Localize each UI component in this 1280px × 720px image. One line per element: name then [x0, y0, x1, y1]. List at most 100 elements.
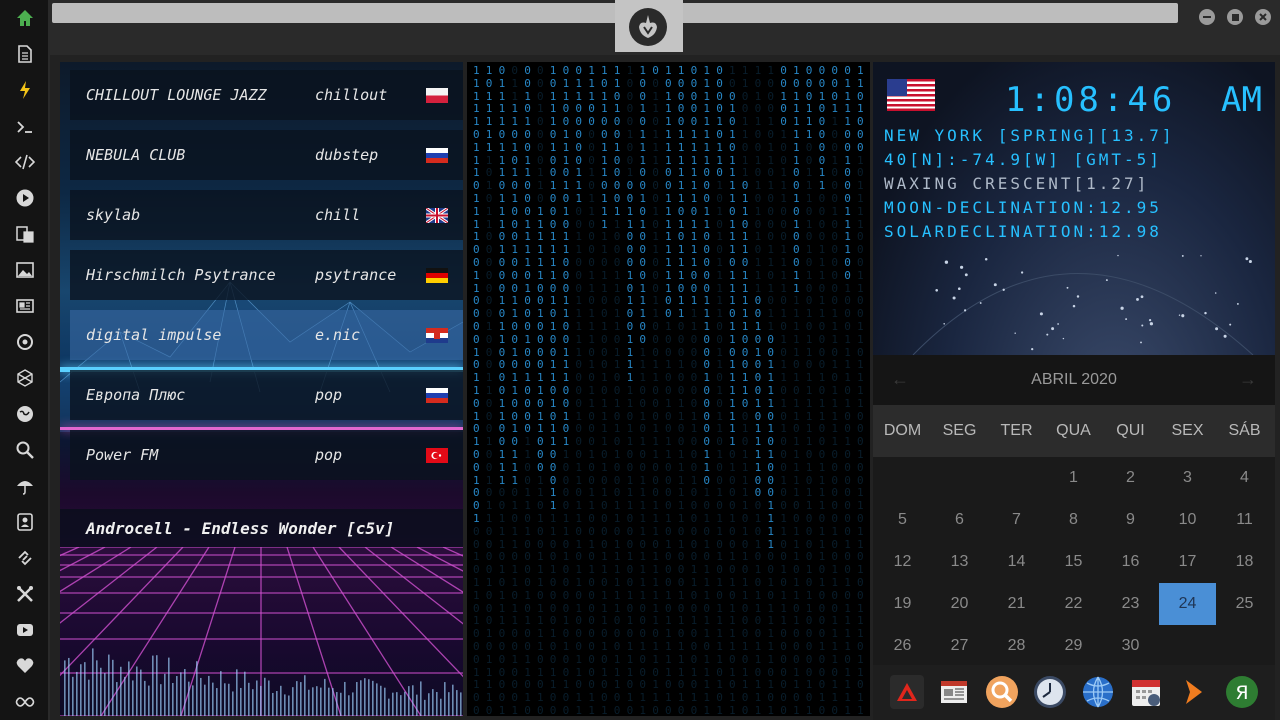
youtube-icon[interactable] — [13, 618, 37, 642]
maximize-button[interactable] — [1227, 9, 1243, 25]
prev-month-icon[interactable]: ← — [891, 369, 909, 390]
germany-flag-icon — [426, 267, 448, 283]
station-row-selected[interactable]: digital impulse e.nic — [70, 310, 463, 360]
station-genre: dubstep — [315, 146, 379, 164]
calendar-day[interactable]: 16 — [1102, 541, 1159, 583]
minimize-button[interactable] — [1199, 9, 1215, 25]
calendar-day[interactable]: 23 — [1102, 583, 1159, 625]
search-icon[interactable] — [13, 438, 37, 462]
station-name: Power FM — [86, 446, 159, 464]
infinity-icon[interactable] — [13, 690, 37, 714]
station-genre: pop — [315, 446, 343, 464]
station-genre: chill — [315, 206, 361, 224]
close-button[interactable] — [1255, 9, 1271, 25]
calendar-day[interactable]: 28 — [988, 625, 1045, 667]
coordinates-line: 40[N]:-74.9[W] [GMT-5] — [884, 150, 1162, 169]
calendar-day[interactable]: 10 — [1159, 499, 1216, 541]
station-row[interactable]: Power FM pop — [70, 430, 463, 480]
calendar-day[interactable]: 17 — [1159, 541, 1216, 583]
weekday-label: QUI — [1116, 422, 1145, 439]
solar-declination-line: SOLARDECLINATION:12.98 — [884, 222, 1162, 241]
calendar-day[interactable]: 8 — [1045, 499, 1102, 541]
uk-flag-icon — [426, 207, 448, 223]
yandex-icon[interactable]: Я — [1224, 674, 1260, 710]
next-month-icon[interactable]: → — [1239, 369, 1257, 390]
news-reader-icon[interactable] — [936, 674, 972, 710]
calendar-day[interactable]: 14 — [988, 541, 1045, 583]
calendar-day[interactable]: 7 — [988, 499, 1045, 541]
calendar-day[interactable]: 29 — [1045, 625, 1102, 667]
calendar-day[interactable]: 9 — [1102, 499, 1159, 541]
weekday-label: SEG — [942, 422, 977, 439]
calendar-day[interactable]: 6 — [931, 499, 988, 541]
search-icon[interactable] — [984, 674, 1020, 710]
weekday-label: DOM — [883, 422, 922, 439]
terminal-icon[interactable] — [13, 115, 37, 139]
station-name: CHILLOUT LOUNGE JAZZ — [86, 86, 267, 104]
station-row[interactable]: NEBULA CLUB dubstep — [70, 130, 463, 180]
image-icon[interactable] — [13, 258, 37, 282]
station-row[interactable]: CHILLOUT LOUNGE JAZZ chillout — [70, 70, 463, 120]
calendar-day[interactable]: 22 — [1045, 583, 1102, 625]
news-icon[interactable] — [13, 294, 37, 318]
calendar: ← ABRIL 2020 → DOM SEG TER QUA QUI SEX S… — [873, 355, 1275, 665]
station-row[interactable]: Hirschmilch Psytrance psytrance — [70, 250, 463, 300]
rebel-alliance-icon — [629, 8, 667, 46]
calendar-day[interactable]: 19 — [874, 583, 931, 625]
calendar-day[interactable]: 25 — [1216, 583, 1273, 625]
clock-time: 1:08:46 — [1005, 80, 1177, 120]
calendar-day[interactable]: 30 — [1102, 625, 1159, 667]
calendar-day[interactable]: 21 — [988, 583, 1045, 625]
heart-icon[interactable] — [13, 654, 37, 678]
calendar-day[interactable]: 26 — [874, 625, 931, 667]
document-icon[interactable] — [13, 42, 37, 66]
turkey-flag-icon — [426, 447, 448, 463]
contact-icon[interactable] — [13, 510, 37, 534]
station-name: digital impulse — [86, 326, 222, 344]
calendar-day-today[interactable]: 24 — [1159, 583, 1216, 625]
calendar-day[interactable]: 5 — [874, 499, 931, 541]
calendar-day[interactable]: 12 — [874, 541, 931, 583]
globe-icon[interactable] — [13, 402, 37, 426]
code-icon[interactable] — [13, 150, 37, 174]
lightning-icon[interactable] — [13, 78, 37, 102]
matrix-rain-panel: 1111101110111100110000101101010010010010… — [467, 62, 870, 716]
calendar-day[interactable]: 2 — [1102, 457, 1159, 499]
weekday-header: DOM SEG TER QUA QUI SEX SÁB — [873, 405, 1275, 457]
station-row[interactable]: skylab chill — [70, 190, 463, 240]
weekday-label: SÁB — [1228, 422, 1261, 439]
calendar-day[interactable]: 20 — [931, 583, 988, 625]
translate-icon[interactable] — [13, 222, 37, 246]
now-playing-title: Androcell - Endless Wonder [c5v] — [86, 518, 395, 538]
weekday-label: SEX — [1171, 422, 1204, 439]
station-genre: pop — [315, 386, 343, 404]
moon-declination-line: MOON-DECLINATION:12.95 — [884, 198, 1162, 217]
station-row[interactable]: Европа Плюс pop — [70, 370, 463, 420]
calendar-day[interactable]: 13 — [931, 541, 988, 583]
russia-flag-icon — [426, 147, 448, 163]
calendar-day[interactable]: 1 — [1045, 457, 1102, 499]
calendar-day[interactable]: 27 — [931, 625, 988, 667]
clock-icon[interactable] — [1032, 674, 1068, 710]
weekday-label: TER — [1000, 422, 1033, 439]
home-icon[interactable] — [13, 6, 37, 30]
calendar-day[interactable]: 3 — [1159, 457, 1216, 499]
hexagon-icon[interactable] — [13, 366, 37, 390]
station-name: NEBULA CLUB — [86, 146, 186, 164]
arrow-icon[interactable] — [1176, 674, 1212, 710]
calendar-icon[interactable] — [1128, 674, 1164, 710]
umbrella-icon[interactable] — [13, 474, 37, 498]
calendar-day[interactable]: 18 — [1216, 541, 1273, 583]
calendar-day[interactable]: 11 — [1216, 499, 1273, 541]
calendar-day[interactable]: 4 — [1216, 457, 1273, 499]
russia-flag-icon — [426, 387, 448, 403]
svg-text:Я: Я — [1235, 682, 1248, 704]
link-icon[interactable] — [13, 546, 37, 570]
settings-icon[interactable] — [13, 330, 37, 354]
play-icon[interactable] — [13, 186, 37, 210]
browser-icon[interactable] — [1080, 674, 1116, 710]
tools-icon[interactable] — [13, 582, 37, 606]
station-name: skylab — [86, 206, 141, 224]
calendar-day[interactable]: 15 — [1045, 541, 1102, 583]
anydesk-icon[interactable] — [889, 674, 925, 710]
